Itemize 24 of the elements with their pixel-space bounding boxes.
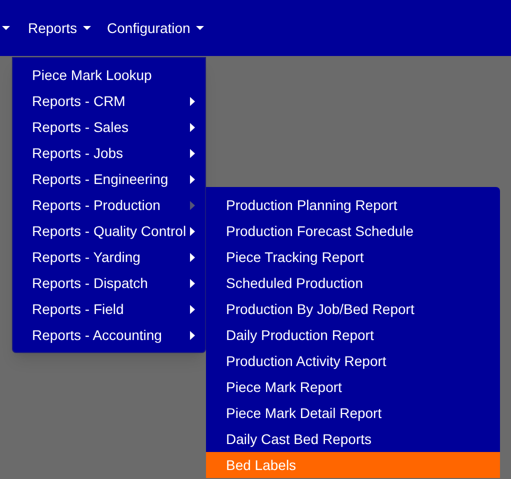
- menu-item[interactable]: Piece Mark Lookup: [13, 62, 205, 88]
- menu-item[interactable]: Reports - Engineering: [13, 166, 205, 192]
- chevron-right-icon: [190, 226, 195, 236]
- menu-item[interactable]: Reports - Production: [13, 192, 205, 218]
- menu-item[interactable]: Reports - Accounting: [13, 322, 205, 348]
- chevron-right-icon: [190, 174, 195, 184]
- menu-item[interactable]: Reports - Yarding: [13, 244, 205, 270]
- chevron-right-icon: [190, 122, 195, 132]
- menu-item[interactable]: Reports - Field: [13, 296, 205, 322]
- menu-item[interactable]: Reports - CRM: [13, 88, 205, 114]
- caret-icon: [196, 26, 204, 30]
- chevron-right-icon: [190, 278, 195, 288]
- menu-item[interactable]: Reports - Quality Control: [13, 218, 205, 244]
- chevron-right-icon: [190, 330, 195, 340]
- chevron-right-icon: [190, 148, 195, 158]
- caret-icon: [83, 26, 92, 30]
- menu-item[interactable]: Reports - Jobs: [13, 140, 205, 166]
- chevron-right-icon: [190, 96, 195, 106]
- chevron-right-icon: [190, 200, 195, 210]
- menu-item[interactable]: Reports - Dispatch: [13, 270, 205, 296]
- menu-item[interactable]: Reports - Sales: [13, 114, 205, 140]
- chevron-right-icon: [190, 252, 195, 262]
- chevron-right-icon: [190, 304, 195, 314]
- caret-icon: [2, 26, 10, 30]
